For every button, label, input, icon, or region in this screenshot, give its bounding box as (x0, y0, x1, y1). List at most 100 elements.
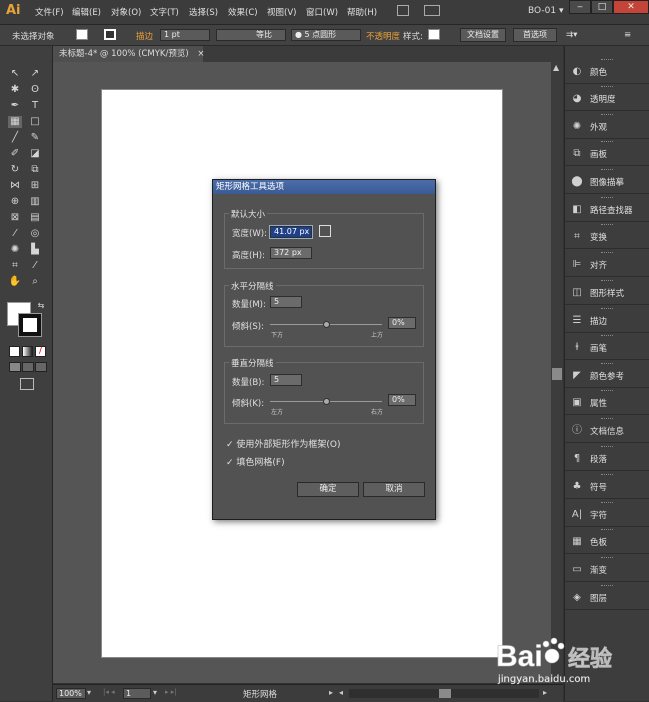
vertical-count-field[interactable]: 5 (270, 374, 302, 386)
selection-tool-icon[interactable]: ↖ (8, 68, 22, 80)
panel-attributes[interactable]: ▣ 属性 (565, 389, 649, 415)
close-window-button[interactable]: ✕ (613, 0, 649, 14)
panel-transparency[interactable]: ◕ 透明度 (565, 85, 649, 111)
vertical-skew-field[interactable]: 0% (388, 394, 416, 406)
menu-help[interactable]: 帮助(H) (347, 6, 377, 18)
panel-symbols[interactable]: ♣ 符号 (565, 473, 649, 499)
artboard-tool-icon[interactable]: ⌗ (8, 260, 22, 272)
gradient-tool-icon[interactable]: ▤ (28, 212, 42, 224)
variable-width-profile[interactable]: 等比 (216, 29, 286, 41)
use-outer-rect-checkbox[interactable]: ✓ 使用外部矩形作为框架(O) (226, 437, 341, 450)
menu-view[interactable]: 视图(V) (267, 6, 296, 18)
width-tool-icon[interactable]: ⋈ (8, 180, 22, 192)
panel-stroke[interactable]: ☰ 描边 (565, 307, 649, 333)
status-menu-icon[interactable]: ▸ (329, 688, 333, 697)
preferences-button[interactable]: 首选项 (513, 28, 557, 42)
zoom-field[interactable]: 100% (56, 688, 86, 699)
first-artboard-icon[interactable]: |◂ ◂ (103, 688, 115, 696)
panel-appearance[interactable]: ✺ 外观 (565, 113, 649, 139)
horizontal-skew-field[interactable]: 0% (388, 317, 416, 329)
scale-tool-icon[interactable]: ⧉ (28, 164, 42, 176)
shape-builder-tool-icon[interactable]: ⊕ (8, 196, 22, 208)
arrange-documents-icon[interactable] (424, 5, 440, 16)
stroke-weight-field[interactable]: 1 pt (160, 29, 210, 41)
blob-brush-tool-icon[interactable]: ✐ (8, 148, 22, 160)
lasso-tool-icon[interactable]: ʘ (28, 84, 42, 96)
eraser-tool-icon[interactable]: ◪ (28, 148, 42, 160)
zoom-dropdown-icon[interactable]: ▾ (87, 688, 91, 697)
zoom-tool-icon[interactable]: ⌕ (28, 276, 42, 288)
menu-window[interactable]: 窗口(W) (306, 6, 338, 18)
fill-color-swatch[interactable] (76, 29, 88, 40)
panel-brushes[interactable]: ⱡ 画笔 (565, 334, 649, 360)
cancel-button[interactable]: 取消 (363, 482, 425, 497)
document-tab[interactable]: 未标题-4* @ 100% (CMYK/预览) × (53, 46, 205, 62)
panel-character[interactable]: A| 字符 (565, 501, 649, 527)
scroll-up-icon[interactable]: ▲ (553, 63, 559, 72)
panel-color[interactable]: ◐ 颜色 (565, 58, 649, 84)
panel-image-trace[interactable]: ⬤ 图像描摹 (565, 168, 649, 194)
draw-inside-icon[interactable] (35, 362, 47, 372)
stroke-link[interactable]: 描边 (136, 30, 153, 42)
stroke-color-swatch[interactable] (104, 29, 116, 40)
screen-mode-icon[interactable] (20, 378, 34, 390)
horizontal-skew-slider-thumb[interactable] (323, 321, 330, 328)
panel-gradient[interactable]: ▭ 渐变 (565, 556, 649, 582)
panel-artboards[interactable]: ⧉ 画板 (565, 140, 649, 166)
rectangle-tool-icon[interactable]: □ (28, 116, 42, 128)
column-graph-tool-icon[interactable]: ▙ (28, 244, 42, 256)
eyedropper-tool-icon[interactable]: ⁄ (8, 228, 22, 240)
rotate-tool-icon[interactable]: ↻ (8, 164, 22, 176)
free-transform-tool-icon[interactable]: ⊞ (28, 180, 42, 192)
type-tool-icon[interactable]: T (28, 100, 42, 112)
draw-behind-icon[interactable] (22, 362, 34, 372)
slice-tool-icon[interactable]: ⁄ (28, 260, 42, 272)
bridge-icon[interactable] (397, 5, 409, 16)
direct-selection-tool-icon[interactable]: ↗ (28, 68, 42, 80)
pencil-tool-icon[interactable]: ✎ (28, 132, 42, 144)
paintbrush-tool-icon[interactable]: ╱ (8, 132, 22, 144)
pen-tool-icon[interactable]: ✒ (8, 100, 22, 112)
stroke-swatch[interactable] (18, 313, 42, 337)
workspace-switcher[interactable]: BO-01 ▾ (528, 6, 563, 16)
color-mode-icon[interactable] (9, 346, 20, 357)
align-options-icon[interactable]: ⇉▾ (566, 30, 577, 40)
magic-wand-tool-icon[interactable]: ✱ (8, 84, 22, 96)
artboard-dropdown-icon[interactable]: ▾ (153, 688, 157, 697)
panel-paragraph[interactable]: ¶ 段落 (565, 445, 649, 471)
minimize-button[interactable]: ‒ (569, 0, 591, 14)
graphic-style-swatch[interactable] (428, 29, 440, 40)
panel-document-info[interactable]: ⓘ 文档信息 (565, 417, 649, 443)
menu-effect[interactable]: 效果(C) (228, 6, 258, 18)
artboard-number-field[interactable]: 1 (123, 688, 151, 699)
panel-swatches[interactable]: ▦ 色板 (565, 528, 649, 554)
gradient-mode-icon[interactable] (22, 346, 33, 357)
panel-align[interactable]: ⊫ 对齐 (565, 251, 649, 277)
fill-grid-checkbox[interactable]: ✓ 填色网格(F) (226, 455, 285, 468)
rectangular-grid-tool-icon[interactable]: ▦ (8, 116, 22, 128)
maximize-button[interactable]: □ (591, 0, 613, 14)
menu-type[interactable]: 文字(T) (150, 6, 179, 18)
horizontal-scroll-thumb[interactable] (439, 689, 451, 698)
width-field[interactable]: 41.07 px (269, 225, 313, 239)
height-field[interactable]: 372 px (270, 247, 312, 259)
menu-object[interactable]: 对象(O) (111, 6, 141, 18)
document-setup-button[interactable]: 文档设置 (460, 28, 506, 42)
menu-file[interactable]: 文件(F) (35, 6, 64, 18)
scroll-right-icon[interactable]: ▸ (543, 688, 547, 697)
menu-edit[interactable]: 编辑(E) (72, 6, 101, 18)
symbol-sprayer-tool-icon[interactable]: ✺ (8, 244, 22, 256)
swap-fill-stroke-icon[interactable]: ⇆ (34, 300, 48, 312)
draw-normal-icon[interactable] (9, 362, 21, 372)
ok-button[interactable]: 确定 (297, 482, 359, 497)
reference-point-icon[interactable] (319, 225, 331, 237)
panel-transform[interactable]: ⌗ 变换 (565, 223, 649, 249)
mesh-tool-icon[interactable]: ⊠ (8, 212, 22, 224)
horizontal-count-field[interactable]: 5 (270, 296, 302, 308)
next-artboard-icon[interactable]: ▸ ▸| (165, 688, 177, 696)
panel-graphic-styles[interactable]: ◫ 图形样式 (565, 279, 649, 305)
panel-pathfinder[interactable]: ◧ 路径查找器 (565, 196, 649, 222)
none-mode-icon[interactable]: / (35, 346, 46, 357)
close-tab-icon[interactable]: × (197, 49, 204, 59)
hand-tool-icon[interactable]: ✋ (8, 276, 22, 288)
